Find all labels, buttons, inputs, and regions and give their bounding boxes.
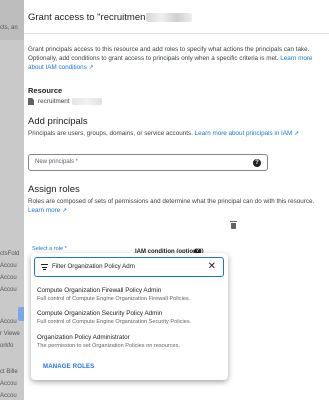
- role-option[interactable]: Compute Organization Security Policy Adm…: [37, 309, 222, 326]
- external-link-icon: ↗: [294, 131, 300, 137]
- background-header: [0, 0, 24, 40]
- background-text: Accou: [0, 393, 17, 399]
- external-link-icon: ↗: [61, 208, 67, 214]
- resource-name: recruitment: [38, 98, 70, 105]
- new-principals-input[interactable]: New principals * ?: [28, 154, 268, 171]
- background-text: Accou: [0, 287, 17, 293]
- role-filter-value: Filter Organization Policy Adm: [52, 263, 135, 270]
- role-option-description: Full control of Compute Engine Organizat…: [37, 296, 191, 302]
- role-option[interactable]: Compute Organization Firewall Policy Adm…: [37, 286, 222, 303]
- file-icon: [28, 98, 34, 105]
- intro-text: Grant principals access to this resource…: [28, 46, 310, 62]
- background-text: Accou: [0, 263, 17, 269]
- background-text: cts, an: [0, 25, 18, 31]
- role-option-title: Organization Policy Administrator: [37, 334, 130, 341]
- role-option-title: Compute Organization Security Policy Adm…: [37, 310, 163, 317]
- add-principals-description: Principals are users, groups, domains, o…: [28, 129, 318, 139]
- help-icon[interactable]: ?: [253, 159, 261, 167]
- resource-heading: Resource: [28, 86, 63, 95]
- panel-title: Grant access to "recruitmen: [28, 12, 193, 23]
- assign-roles-heading: Assign roles: [28, 184, 80, 195]
- assign-roles-description: Roles are composed of sets of permission…: [28, 197, 318, 216]
- background-text: Accou: [0, 275, 17, 281]
- close-icon[interactable]: ✕: [208, 261, 216, 273]
- background-page: cts, an ctsFold Accou Accou Accou Accou …: [0, 0, 24, 400]
- background-text: orkfo: [0, 343, 14, 349]
- add-principals-heading: Add principals: [28, 116, 88, 127]
- role-dropdown: Filter Organization Policy Adm ✕ Compute…: [31, 253, 228, 380]
- background-text: ct Bille: [0, 369, 18, 375]
- select-role-label: Select a role *: [31, 246, 68, 252]
- redacted-text: [71, 98, 102, 105]
- add-principals-text: Principals are users, groups, domains, o…: [28, 130, 193, 137]
- panel-header: Grant access to "recruitmen: [24, 0, 329, 34]
- background-text: r Viewe: [0, 331, 20, 337]
- background-text: ctsFold: [0, 251, 20, 257]
- new-principals-label: New principals *: [35, 159, 79, 165]
- external-link-icon: ↗: [88, 65, 94, 71]
- manage-roles-button[interactable]: MANAGE ROLES: [43, 364, 94, 370]
- background-text: Accou: [0, 381, 17, 387]
- roles-learn-more-link[interactable]: Learn more: [28, 207, 60, 214]
- filter-icon: [41, 264, 48, 270]
- role-option-description: The permission to set Organization Polic…: [37, 343, 181, 349]
- resource-row: recruitment: [28, 98, 102, 105]
- role-option-title: Compute Organization Firewall Policy Adm…: [37, 287, 162, 294]
- principals-link[interactable]: Learn more about principals in IAM: [195, 130, 293, 137]
- role-filter-input[interactable]: Filter Organization Policy Adm ✕: [34, 257, 224, 277]
- redacted-text: [146, 12, 193, 22]
- role-option-description: Full control of Compute Engine Organizat…: [37, 319, 192, 325]
- role-option[interactable]: Organization Policy Administrator The pe…: [37, 333, 222, 350]
- assign-roles-text: Roles are composed of sets of permission…: [28, 198, 315, 205]
- intro-description: Grant principals access to this resource…: [28, 45, 318, 73]
- panel-title-text: Grant access to "recruitmen: [28, 12, 146, 23]
- delete-role-icon[interactable]: [230, 221, 237, 229]
